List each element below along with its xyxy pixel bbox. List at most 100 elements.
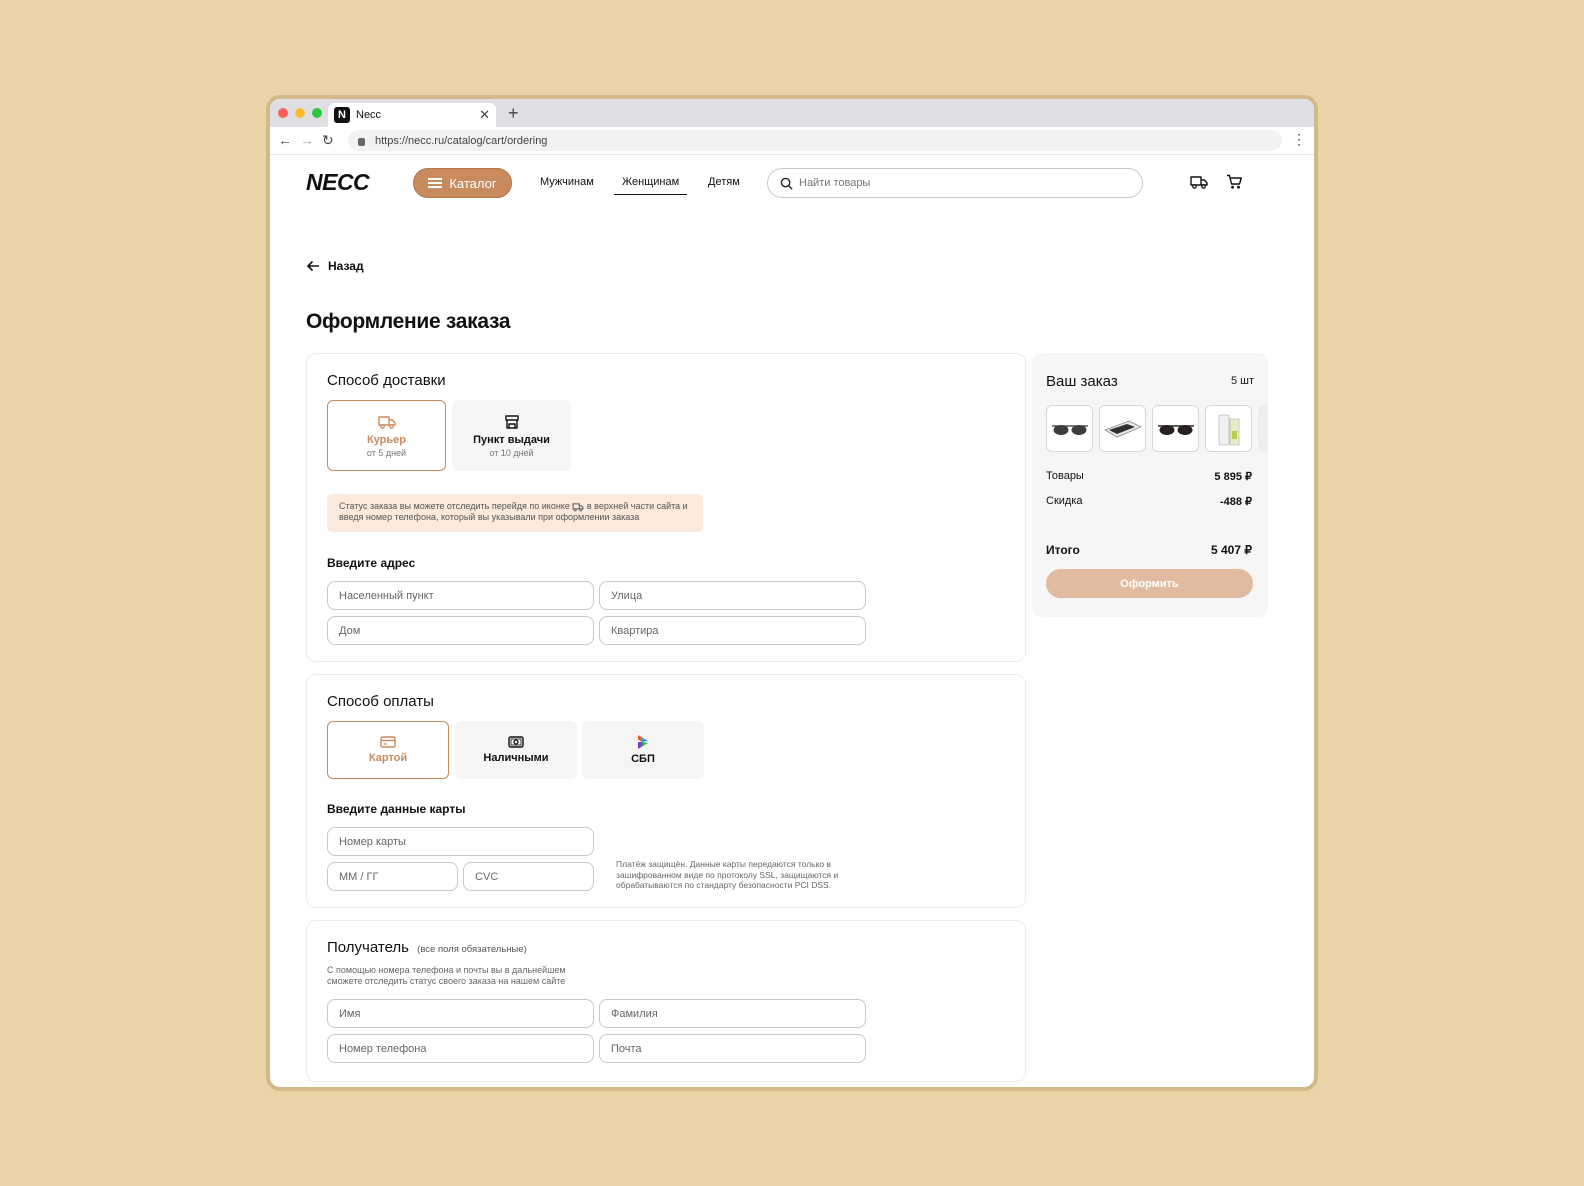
house-field <box>327 616 594 645</box>
card-number-field <box>327 827 594 856</box>
lens-care-kit-icon <box>1218 414 1239 445</box>
nav-men[interactable]: Мужчинам <box>540 176 594 188</box>
delivery-option-sub: от 5 дней <box>366 447 407 458</box>
payment-option-card[interactable]: Картой <box>327 721 449 779</box>
recipient-title-row: Получатель (все поля обязательные) <box>327 939 527 956</box>
apartment-input[interactable] <box>611 617 854 644</box>
store-icon <box>504 414 519 429</box>
cvc-input[interactable] <box>475 863 582 890</box>
notice-text-start: Статус заказа вы можете отследить перейд… <box>339 501 570 511</box>
city-field <box>327 581 594 610</box>
browser-tab-bar: N Necc ✕ + <box>270 99 1314 127</box>
site-logo[interactable]: NECC <box>306 169 370 196</box>
delivery-option-sub: от 10 дней <box>489 447 534 458</box>
summary-title: Ваш заказ <box>1046 373 1118 390</box>
payment-option-cash[interactable]: Наличными <box>455 721 577 779</box>
delivery-title: Способ доставки <box>327 372 446 389</box>
tab-title: Necc <box>356 109 382 121</box>
arrow-left-icon <box>306 260 319 272</box>
catalog-button-label: Каталог <box>449 175 497 191</box>
payment-option-label: Картой <box>368 752 408 764</box>
catalog-button[interactable]: Каталог <box>413 168 512 198</box>
url-text: https://necc.ru/catalog/cart/ordering <box>375 134 548 147</box>
delivery-option-pickup[interactable]: Пункт выдачи от 10 дней <box>452 400 571 471</box>
first-name-field <box>327 999 594 1028</box>
sunglasses-icon <box>1157 424 1194 435</box>
reload-icon[interactable]: ↻ <box>322 132 334 149</box>
last-name-input[interactable] <box>611 1000 854 1027</box>
truck-icon <box>572 503 584 511</box>
cash-icon <box>508 736 524 748</box>
address-bar[interactable]: https://necc.ru/catalog/cart/ordering <box>348 130 1282 151</box>
page-title: Оформление заказа <box>306 310 511 333</box>
summary-row-discount: Скидка -488 ₽ <box>1046 495 1252 508</box>
expiry-input[interactable] <box>339 863 446 890</box>
email-field <box>599 1034 866 1063</box>
nav-women[interactable]: Женщинам <box>614 176 688 195</box>
truck-icon[interactable] <box>1190 174 1208 190</box>
card-icon <box>380 736 396 748</box>
search-box <box>767 168 1143 198</box>
delivery-option-courier[interactable]: Курьер от 5 дней <box>327 400 446 471</box>
recipient-title: Получатель <box>327 939 409 956</box>
window-controls <box>278 108 322 118</box>
total-value: 5 407 ₽ <box>1211 543 1252 557</box>
truck-icon <box>377 415 396 429</box>
browser-toolbar: ← → ↻ https://necc.ru/catalog/cart/order… <box>270 127 1314 155</box>
cart-icon[interactable] <box>1226 174 1243 190</box>
summary-row-value: 5 895 ₽ <box>1214 471 1252 483</box>
nav-kids[interactable]: Детям <box>708 176 740 188</box>
payment-option-sbp[interactable]: СБП <box>582 721 704 779</box>
phone-input[interactable] <box>339 1035 582 1062</box>
summary-row-items: Товары 5 895 ₽ <box>1046 470 1252 483</box>
thumbnail-overflow <box>1258 405 1268 452</box>
maximize-window-button[interactable] <box>312 108 322 118</box>
close-window-button[interactable] <box>278 108 288 118</box>
search-icon <box>780 177 793 190</box>
address-label: Введите адрес <box>327 556 416 570</box>
sbp-icon <box>638 735 648 749</box>
apartment-field <box>599 616 866 645</box>
payment-option-label: СБП <box>631 753 655 765</box>
browser-tab[interactable]: N Necc ✕ <box>328 103 496 127</box>
payment-card: Способ оплаты Картой Наличными СБП Введи… <box>306 674 1026 908</box>
menu-icon <box>428 178 443 188</box>
street-input[interactable] <box>611 582 854 609</box>
browser-menu-icon[interactable]: ⋮ <box>1292 131 1306 148</box>
new-tab-button[interactable]: + <box>508 103 519 124</box>
favicon-icon: N <box>334 107 350 123</box>
search-input[interactable] <box>799 177 1119 189</box>
minimize-window-button[interactable] <box>295 108 305 118</box>
summary-count: 5 шт <box>1230 375 1254 387</box>
tracking-notice: Статус заказа вы можете отследить перейд… <box>327 494 703 532</box>
back-link[interactable]: Назад <box>306 259 364 273</box>
product-thumbnail[interactable] <box>1046 405 1093 452</box>
recipient-title-note: (все поля обязательные) <box>417 944 527 955</box>
card-number-input[interactable] <box>339 828 582 855</box>
street-field <box>599 581 866 610</box>
browser-window: N Necc ✕ + ← → ↻ https://necc.ru/catalog… <box>266 95 1318 1091</box>
delivery-option-label: Пункт выдачи <box>473 433 550 446</box>
cvc-field <box>463 862 594 891</box>
recipient-hint: С помощью номера телефона и почты вы в д… <box>327 965 566 986</box>
expiry-field <box>327 862 458 891</box>
email-input[interactable] <box>611 1035 854 1062</box>
recipient-card: Получатель (все поля обязательные) С пом… <box>306 920 1026 1082</box>
city-input[interactable] <box>339 582 582 609</box>
house-input[interactable] <box>339 617 582 644</box>
summary-row-value: -488 ₽ <box>1219 496 1252 508</box>
checkout-button[interactable]: Оформить <box>1046 569 1253 598</box>
product-thumbnail[interactable] <box>1152 405 1199 452</box>
last-name-field <box>599 999 866 1028</box>
card-details-label: Введите данные карты <box>327 802 466 816</box>
back-arrow-icon[interactable]: ← <box>278 132 292 148</box>
order-summary: Ваш заказ 5 шт Товары 5 895 ₽ Скидка -48… <box>1032 353 1268 617</box>
first-name-input[interactable] <box>339 1000 582 1027</box>
tab-close-icon[interactable]: ✕ <box>479 107 490 123</box>
forward-arrow-icon[interactable]: → <box>300 132 314 148</box>
phone-field <box>327 1034 594 1063</box>
product-thumbnail[interactable] <box>1205 405 1252 452</box>
total-label: Итого <box>1046 543 1080 557</box>
glasses-case-icon <box>1103 420 1142 437</box>
product-thumbnail[interactable] <box>1099 405 1146 452</box>
